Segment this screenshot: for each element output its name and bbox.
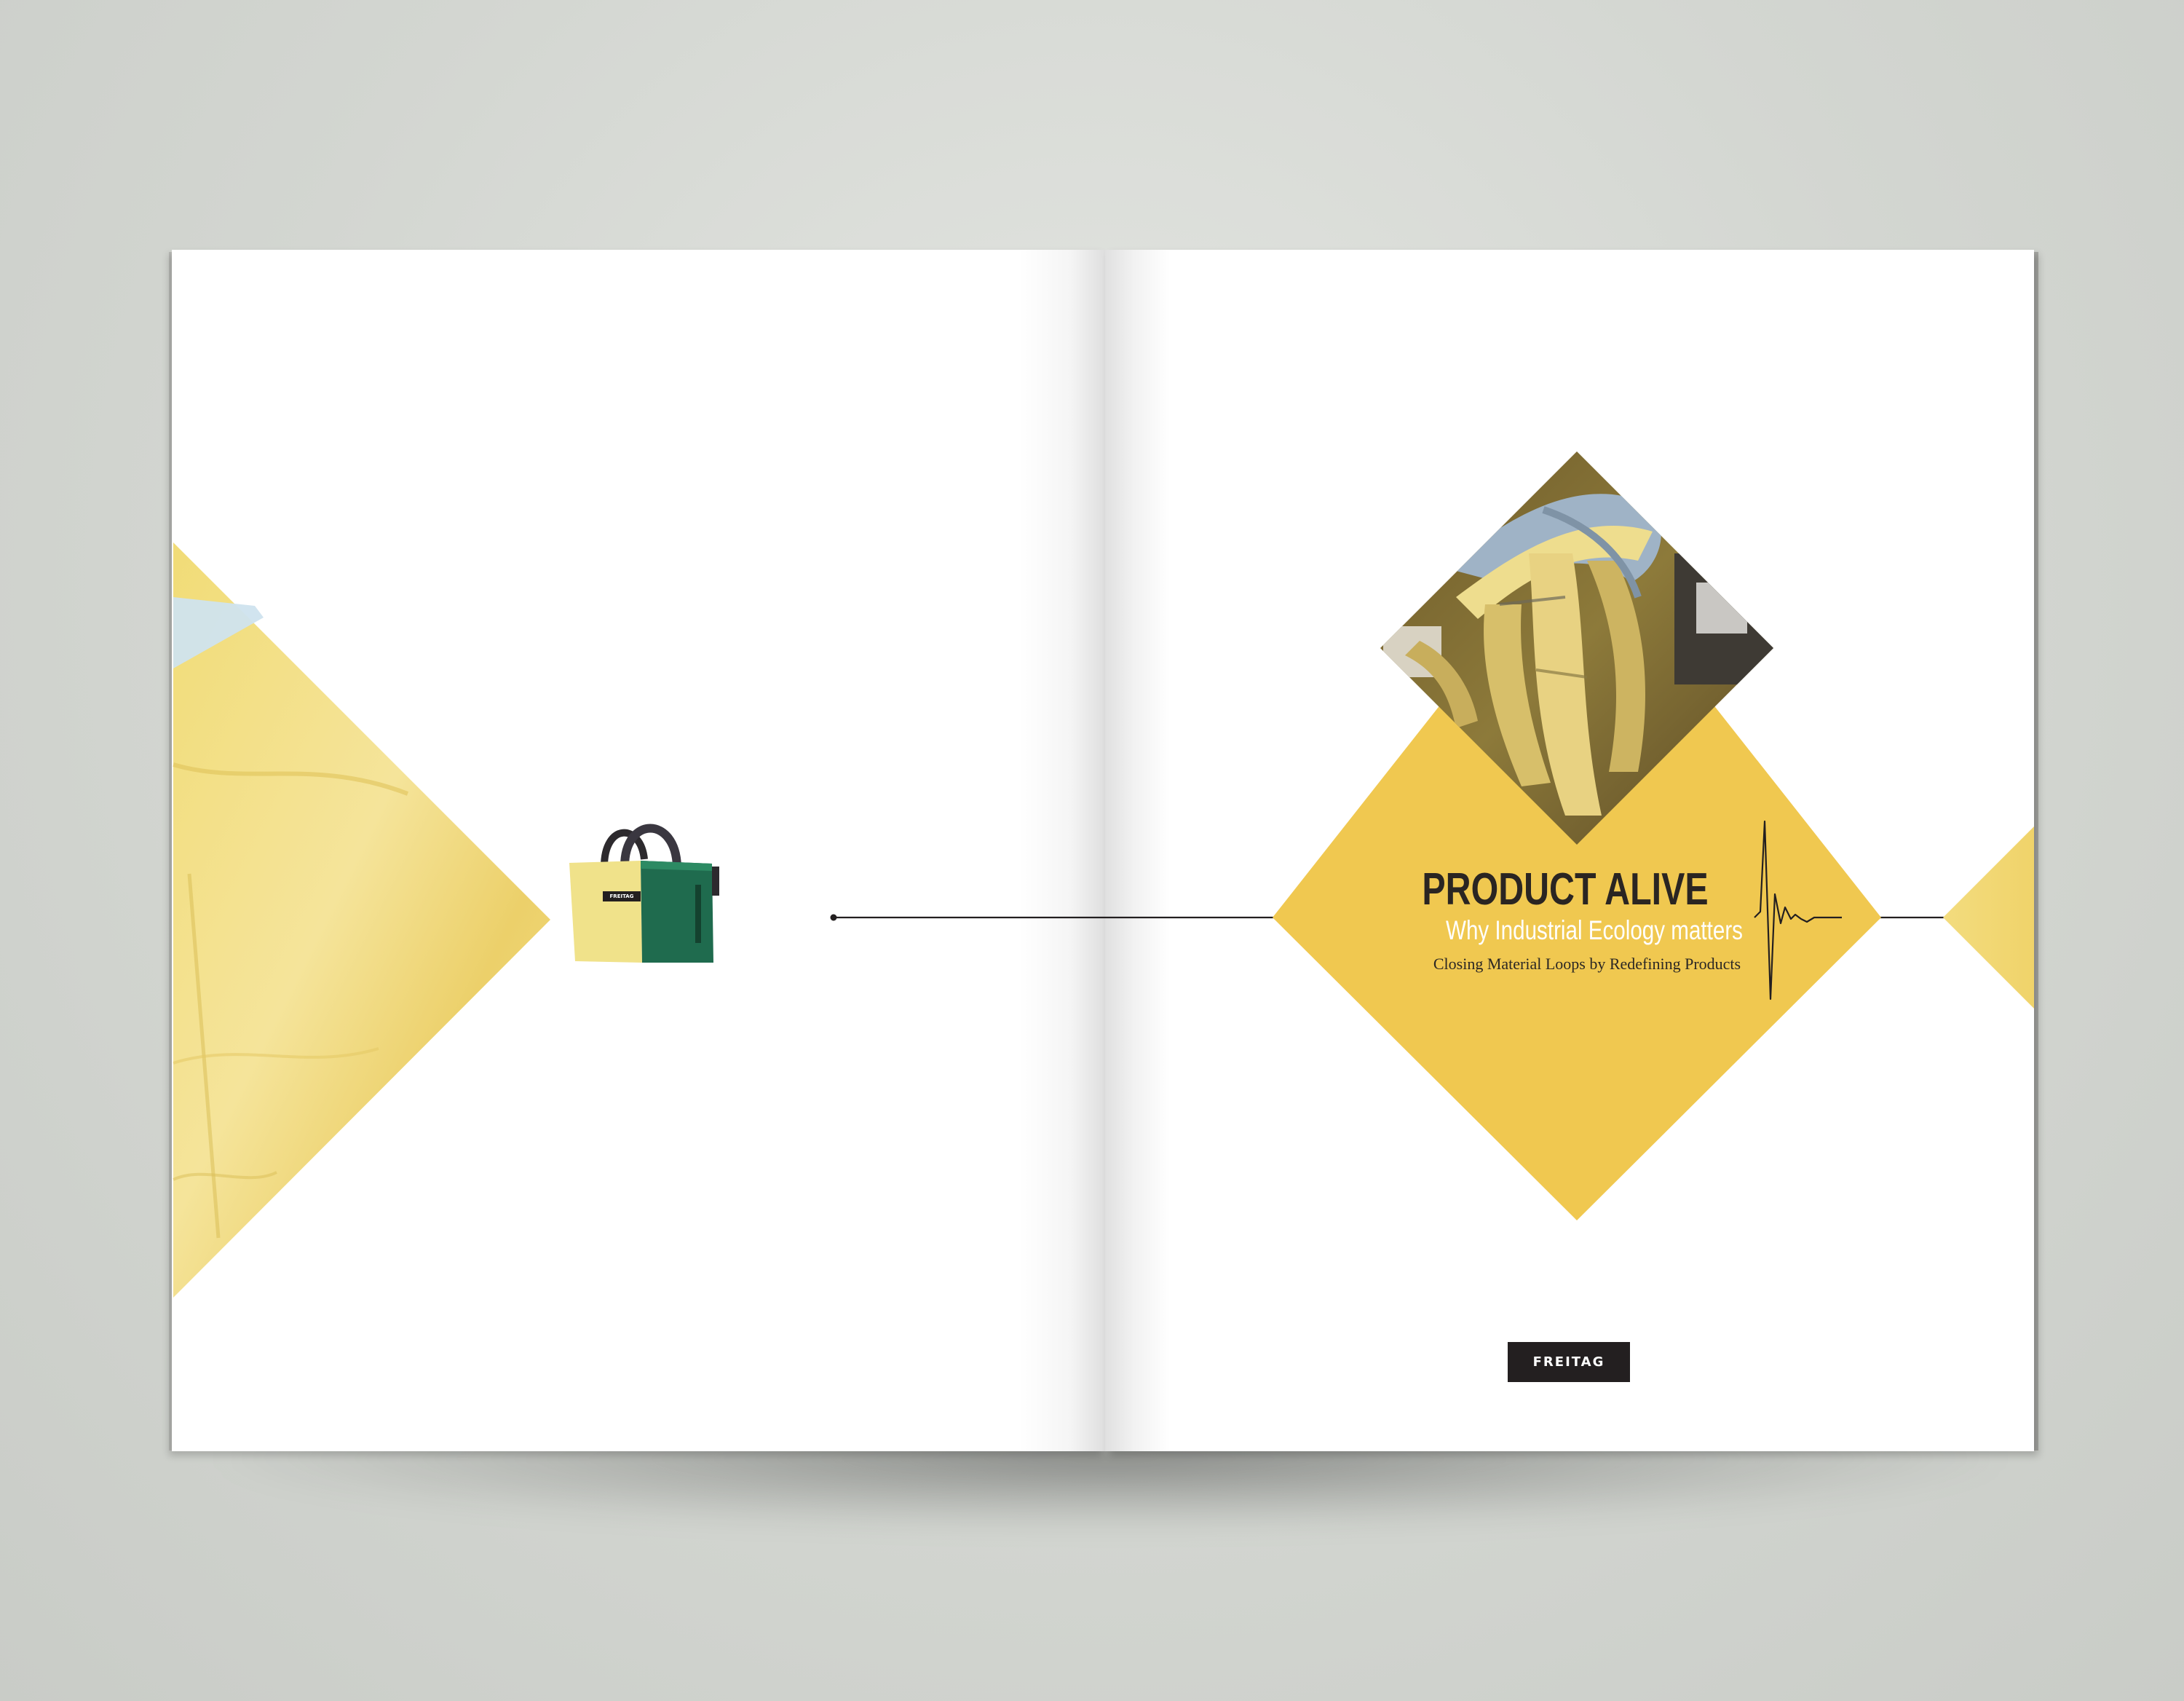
- page-subtitle: Why Industrial Ecology matters: [1446, 915, 1743, 945]
- bag-tag-label: FREITAG: [609, 893, 634, 899]
- edge-diamond: [1943, 826, 2034, 1009]
- spread-artwork: [173, 451, 2034, 1298]
- page-tagline: Closing Material Loops by Redefining Pro…: [1433, 955, 1741, 973]
- freitag-logo: FREITAG: [1508, 1342, 1630, 1382]
- messenger-bag-image: [569, 824, 719, 963]
- magazine-spread-mockup: FREITAG PRODUCT ALIVE Why Industrial Eco…: [0, 0, 2184, 1701]
- left-tarp-triangle: [173, 542, 550, 1298]
- page-title: PRODUCT ALIVE: [1422, 864, 1709, 915]
